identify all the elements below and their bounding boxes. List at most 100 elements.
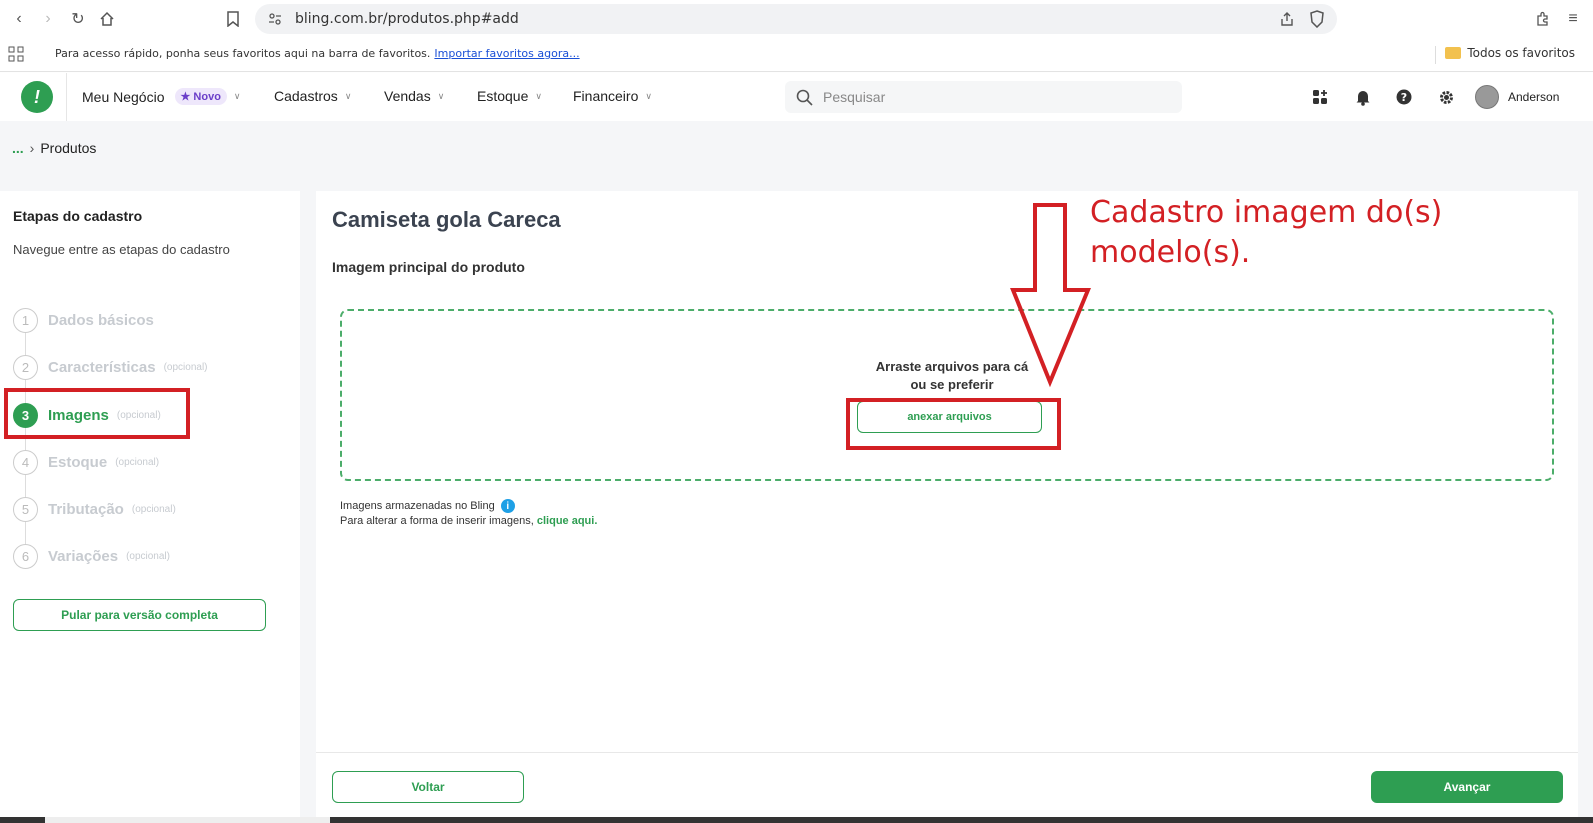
svg-text:?: ?	[1401, 91, 1407, 104]
section-title: Imagem principal do produto	[332, 259, 525, 275]
main-panel: Camiseta gola Careca Imagem principal do…	[316, 191, 1578, 751]
step-label: Estoque	[48, 453, 108, 471]
share-icon[interactable]	[1279, 11, 1295, 32]
step-optional: (opcional)	[126, 550, 170, 562]
sidebar-subtitle: Navegue entre as etapas do cadastro	[13, 242, 230, 257]
click-here-link[interactable]: clique aqui.	[537, 515, 598, 527]
annotation-box-imagens-step	[4, 388, 190, 439]
next-button[interactable]: Avançar	[1371, 771, 1563, 803]
back-icon[interactable]: ‹	[8, 8, 30, 30]
menu-financeiro[interactable]: Financeiro ∨	[573, 88, 652, 104]
change-mode-info: Para alterar a forma de inserir imagens,…	[340, 515, 597, 527]
step-estoque[interactable]: 4 Estoque (opcional)	[13, 449, 159, 475]
browser-toolbar: ‹ › ↻ bling.com.br/produtos.php#add ≡	[0, 0, 1593, 38]
bookmarks-bar: Para acesso rápido, ponha seus favoritos…	[0, 38, 1593, 72]
search-icon	[796, 89, 813, 111]
menu-cadastros[interactable]: Cadastros ∨	[274, 88, 351, 104]
step-label: Tributação	[48, 500, 124, 518]
storage-info-text: Imagens armazenadas no Bling	[340, 500, 495, 512]
extensions-icon[interactable]	[1532, 8, 1554, 30]
all-bookmarks[interactable]: Todos os favoritos	[1445, 46, 1575, 60]
steps-sidebar: Etapas do cadastro Navegue entre as etap…	[0, 191, 300, 823]
brave-shield-icon[interactable]	[1309, 10, 1325, 33]
home-icon[interactable]	[96, 8, 118, 30]
help-icon[interactable]: ?	[1394, 87, 1414, 107]
menu-estoque[interactable]: Estoque ∨	[477, 88, 542, 104]
avatar[interactable]	[1475, 85, 1499, 109]
search-box[interactable]	[785, 81, 1182, 113]
right-gap	[1578, 191, 1593, 823]
bookmarks-hint-text: Para acesso rápido, ponha seus favoritos…	[55, 47, 431, 60]
back-button[interactable]: Voltar	[332, 771, 524, 803]
menu-label: Vendas	[384, 88, 431, 104]
step-optional: (opcional)	[163, 361, 208, 373]
drop-instruction: Arraste arquivos para cá	[875, 359, 1029, 374]
menu-meu-negocio[interactable]: Meu Negócio ★ Novo ∨	[82, 88, 241, 105]
apps-icon[interactable]	[1310, 87, 1330, 107]
step-label: Dados básicos	[48, 311, 154, 329]
step-dados-basicos[interactable]: 1 Dados básicos	[13, 307, 154, 333]
storage-info: Imagens armazenadas no Bling i	[340, 499, 515, 513]
menu-label: Meu Negócio	[82, 88, 165, 105]
change-mode-text: Para alterar a forma de inserir imagens,	[340, 515, 534, 527]
import-bookmarks-link[interactable]: Importar favoritos agora...	[434, 47, 579, 60]
bookmarks-hint: Para acesso rápido, ponha seus favoritos…	[55, 47, 580, 60]
step-number: 2	[13, 354, 38, 380]
badge-label: Novo	[193, 91, 221, 103]
menu-label: Financeiro	[573, 88, 639, 104]
annotation-arrow-icon	[1010, 203, 1091, 388]
step-label: Variações	[48, 547, 119, 565]
sidebar-title: Etapas do cadastro	[13, 208, 143, 224]
forward-icon[interactable]: ›	[37, 8, 59, 30]
sidebar-gap	[300, 191, 316, 823]
image-dropzone[interactable]: Arraste arquivos para cá ou se preferir …	[340, 309, 1554, 481]
step-caracteristicas[interactable]: 2 Características (opcional)	[13, 354, 208, 380]
novo-badge: ★ Novo	[174, 88, 227, 105]
chevron-down-icon: ∨	[437, 90, 445, 101]
url-text[interactable]: bling.com.br/produtos.php#add	[295, 11, 519, 27]
bookmark-icon[interactable]	[222, 8, 244, 30]
chevron-down-icon: ∨	[344, 90, 352, 101]
header-divider	[66, 73, 67, 121]
folder-icon	[1445, 47, 1462, 59]
product-title: Camiseta gola Careca	[332, 207, 561, 232]
breadcrumb-ellipsis[interactable]: ...	[12, 140, 24, 156]
chevron-down-icon: ∨	[535, 90, 542, 101]
bell-icon[interactable]	[1353, 87, 1373, 107]
step-label: Características	[48, 358, 156, 376]
step-optional: (opcional)	[131, 503, 176, 515]
breadcrumb: ... › Produtos	[12, 140, 96, 156]
annotation-box-attach-button	[846, 398, 1061, 450]
annotation-text: Cadastro imagem do(s) modelo(s).	[1090, 195, 1443, 270]
step-number: 6	[13, 543, 38, 569]
chevron-down-icon: ∨	[233, 91, 241, 101]
bling-logo-icon[interactable]: !	[21, 81, 53, 113]
info-icon[interactable]: i	[500, 499, 515, 513]
step-tributacao[interactable]: 5 Tributação (opcional)	[13, 496, 176, 522]
site-settings-icon[interactable]	[267, 11, 283, 32]
menu-icon[interactable]: ≡	[1562, 8, 1584, 30]
step-variacoes[interactable]: 6 Variações (opcional)	[13, 543, 170, 569]
user-name[interactable]: Anderson	[1508, 90, 1559, 104]
reload-icon[interactable]: ↻	[67, 8, 89, 30]
taskbar-strip-light	[45, 817, 330, 823]
all-bookmarks-label: Todos os favoritos	[1467, 46, 1575, 60]
address-bar[interactable]: bling.com.br/produtos.php#add	[255, 4, 1337, 34]
apps-grid-icon[interactable]	[8, 46, 24, 67]
menu-label: Cadastros	[274, 88, 338, 104]
menu-vendas[interactable]: Vendas ∨	[384, 88, 444, 104]
menu-label: Estoque	[477, 88, 529, 104]
step-optional: (opcional)	[115, 456, 160, 468]
chevron-down-icon: ∨	[645, 90, 652, 101]
drop-instruction-alt: ou se preferir	[910, 377, 994, 392]
skip-to-full-version-button[interactable]: Pular para versão completa	[13, 599, 266, 631]
step-number: 4	[13, 449, 38, 475]
app-header: ! Meu Negócio ★ Novo ∨ Cadastros ∨ Vendas…	[0, 73, 1593, 121]
step-number: 1	[13, 307, 38, 333]
form-footer: Voltar Avançar	[316, 752, 1578, 817]
breadcrumb-area: ... › Produtos	[0, 121, 1593, 191]
gear-icon[interactable]	[1436, 87, 1456, 107]
breadcrumb-current: Produtos	[40, 140, 97, 156]
search-input[interactable]	[823, 81, 1163, 113]
chevron-right-icon: ›	[29, 140, 35, 156]
